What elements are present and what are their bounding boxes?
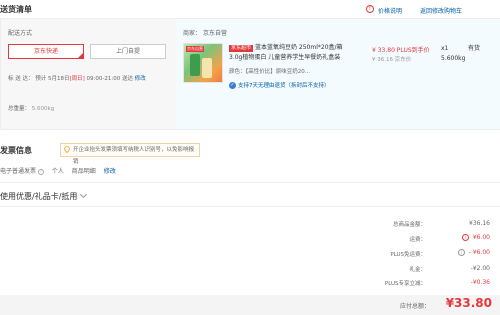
total-goods-label: 总商品金额： — [392, 222, 426, 228]
shipping-value: ¥6.00 — [472, 234, 490, 241]
delivery-time-label: 标 送 达： — [8, 76, 34, 82]
location-pin-icon — [64, 146, 70, 153]
plus-price: ¥ 33.80 PLUS到手价 — [372, 47, 430, 54]
plus-free-shipping-label: PLUS免运费： — [390, 252, 426, 258]
gift-money-value: -¥2.00 — [470, 265, 490, 272]
invoice-type: 电子普通发票 — [0, 168, 37, 175]
help-icon[interactable]: ? — [37, 168, 44, 175]
delivery-method-label: 配送方式 — [8, 30, 33, 37]
section-title-delivery: 送货清单 — [0, 5, 32, 14]
return-policy-text: 支持7天无理由退货（拆封后不支持） — [238, 83, 330, 89]
product-can — [190, 54, 200, 76]
total-goods-value: ¥36.16 — [469, 220, 490, 227]
jd-supermarket-badge: 京东超市 — [229, 45, 254, 52]
support-check-icon: ✓ — [229, 82, 236, 89]
invoice-category: 商品明细 — [71, 168, 96, 175]
gift-money-label: 礼金： — [409, 267, 426, 273]
invoice-modify-link[interactable]: 修改 — [104, 168, 116, 175]
shipping-row: i ¥6.00 — [461, 234, 490, 241]
invoice-row: 电子普通发票 ? 个人 商品明细 修改 — [0, 166, 116, 175]
plus-discount-value: -¥0.36 — [470, 279, 490, 286]
jd-express-option[interactable]: 京东快递 — [8, 44, 84, 59]
payable-bar: 应付总额： ¥33.80 — [0, 295, 500, 315]
divider — [0, 206, 500, 207]
payable-total: ¥33.80 — [445, 296, 492, 310]
chevron-down-icon — [80, 190, 88, 199]
invoice-person: 个人 — [51, 168, 64, 175]
shipping-label: 运费： — [409, 237, 426, 243]
stock-status: 有货 — [468, 45, 481, 52]
info-icon: ! — [366, 5, 374, 13]
delivery-date: 预计 5月18日 — [35, 76, 70, 82]
delivery-time-row: 标 送 达： 预计 5月18日[周日] 09:00-21:00 送达 修改 — [8, 74, 146, 82]
product-title[interactable]: 京东超市 蓝本蓝氧纯豆奶 250ml*20盒/箱 — [229, 44, 343, 52]
return-policy-row: ✓ 支持7天无理由退货（拆封后不支持） — [229, 82, 330, 90]
jd-price: ¥ 36.16 京东价 — [372, 57, 412, 63]
plus-discount-label: PLUS专享立减： — [384, 281, 426, 287]
seller-label: 商家： — [183, 30, 202, 37]
checkout-page: 送货清单 ! 价格说明 返回修改购物车 配送方式 京东快递 上门自提 标 送 达… — [0, 0, 500, 315]
coupon-toggle[interactable]: 使用优惠/礼品卡/抵用 — [0, 190, 88, 202]
product-image-tag: 京东自营 — [186, 46, 204, 52]
weight-value: 5.600kg — [31, 106, 55, 112]
plus-free-shipping-value: - ¥6.00 — [468, 249, 490, 256]
weight-label: 总重量： — [8, 106, 31, 112]
payable-label: 应付总额： — [399, 303, 430, 310]
product-name-line1: 蓝本蓝氧纯豆奶 250ml*20盒/箱 — [255, 44, 343, 51]
product-box — [202, 58, 212, 78]
product-image[interactable]: 京东自营 — [183, 43, 223, 83]
coupon-title: 使用优惠/礼品卡/抵用 — [0, 192, 78, 201]
shipping-info-icon[interactable]: i — [461, 234, 469, 241]
product-weight: 5.600kg — [441, 55, 466, 62]
product-qty: x1 — [441, 45, 449, 52]
section-title-invoice: 发票信息 — [0, 146, 32, 155]
seller-row: 商家： 京东自营 — [183, 28, 227, 37]
back-to-cart-link[interactable]: 返回修改购物车 — [420, 6, 462, 15]
divider — [0, 182, 500, 183]
seller-name: 京东自营 — [202, 30, 227, 37]
invoice-notice-text: 开企业抬头发票须填写纳税人识别号，以免影响报销 — [73, 147, 195, 165]
price-note-link[interactable]: 价格说明 — [378, 6, 402, 15]
product-color: 颜色：【高性价比】原味豆奶20... — [229, 69, 310, 75]
delivery-time: 09:00-21:00 送达 — [86, 76, 133, 82]
self-pickup-option[interactable]: 上门自提 — [90, 44, 166, 59]
delivery-modify-link[interactable]: 修改 — [135, 76, 146, 82]
delivery-weekday: [周日] — [69, 76, 85, 82]
product-name-line2[interactable]: 3.0g植物蛋白 儿童营养学生早餐奶礼盒装 — [229, 54, 340, 62]
plus-free-shipping-row: i- ¥6.00 — [457, 249, 490, 256]
weight-row: 总重量： 5.600kg — [8, 104, 54, 112]
plus-info-icon[interactable]: i — [457, 249, 465, 256]
invoice-notice: 开企业抬头发票须填写纳税人识别号，以免影响报销 — [60, 143, 200, 165]
